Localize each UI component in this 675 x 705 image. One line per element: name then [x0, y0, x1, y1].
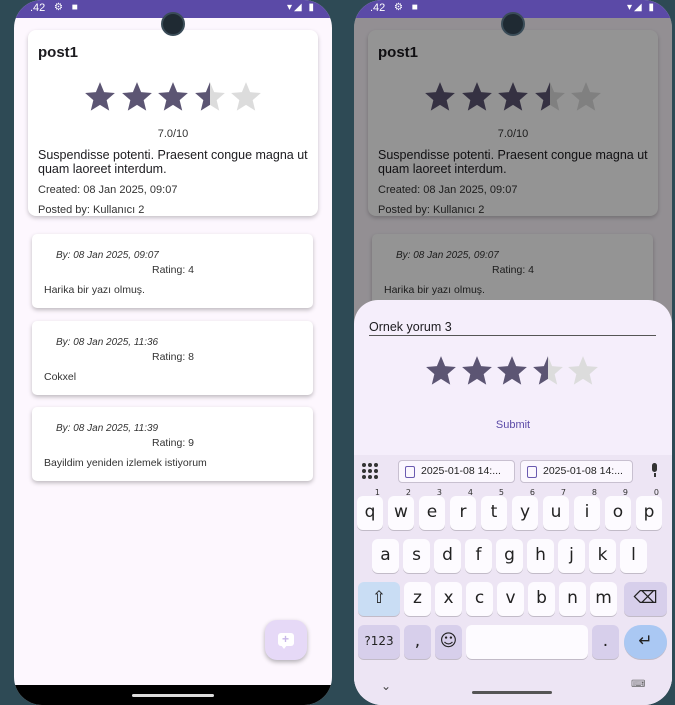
post-rating-stars [83, 80, 263, 114]
home-indicator[interactable] [132, 694, 214, 697]
post-card: post1 7.0/10 Suspendisse potenti. Praese… [28, 30, 318, 216]
clipboard-icon [527, 466, 537, 478]
comment-rating: Rating: 8 [152, 351, 195, 363]
add-comment-icon: + [278, 632, 294, 649]
key-k[interactable]: k [589, 539, 616, 573]
phone-screen-right: .42 ⚙ ■ ▾◢ ▮ post1 7.0/10 Suspendisse po… [354, 0, 672, 705]
collapse-keyboard-icon[interactable]: ⌄ [381, 679, 391, 693]
clipboard-chip[interactable]: 2025-01-08 14:... [520, 460, 633, 483]
period-key[interactable]: . [592, 625, 619, 659]
key-f[interactable]: f [465, 539, 492, 573]
key-y[interactable]: y6 [512, 488, 538, 530]
clipboard-chip-text: 2025-01-08 14:... [543, 465, 623, 477]
key-a[interactable]: a [372, 539, 399, 573]
comment-rating: Rating: 4 [152, 264, 195, 276]
comma-key[interactable]: , [404, 625, 431, 659]
comment-card: By: 08 Jan 2025, 11:36 Rating: 8 Cokxel [32, 321, 313, 395]
key-i[interactable]: i8 [574, 488, 600, 530]
key-u[interactable]: u7 [543, 488, 569, 530]
clipboard-icon [405, 466, 415, 478]
comment-by: By: 08 Jan 2025, 09:07 [56, 250, 159, 261]
keyboard-suggestion-bar: 2025-01-08 14:... 2025-01-08 14:... [354, 455, 672, 489]
key-n[interactable]: n [559, 582, 586, 616]
comment-input[interactable]: Ornek yorum 3 [369, 320, 656, 336]
keyboard-switch-icon[interactable]: ⌨ [631, 679, 645, 690]
post-body: Suspendisse potenti. Praesent congue mag… [38, 148, 308, 176]
key-g[interactable]: g [496, 539, 523, 573]
star-icon[interactable] [460, 354, 494, 388]
star-icon [121, 82, 152, 111]
emoji-key[interactable]: ☺ [435, 625, 462, 659]
key-h[interactable]: h [527, 539, 554, 573]
microphone-icon[interactable] [650, 463, 659, 477]
comment-card: By: 08 Jan 2025, 11:39 Rating: 9 Bayildi… [32, 407, 313, 481]
comment-bottom-sheet: Ornek yorum 3 Submit 2025-01-08 14:... 2… [354, 300, 672, 705]
key-l[interactable]: l [620, 539, 647, 573]
space-key[interactable] [466, 625, 588, 659]
comment-by: By: 08 Jan 2025, 11:39 [56, 423, 159, 434]
key-v[interactable]: v [497, 582, 524, 616]
status-left-icons: ⚙ ■ [394, 2, 421, 13]
star-icon[interactable] [531, 354, 565, 388]
enter-key[interactable]: ↵ [624, 625, 667, 659]
key-m[interactable]: m [590, 582, 617, 616]
comment-text: Bayildim yeniden izlemek istiyorum [44, 457, 207, 469]
key-t[interactable]: t5 [481, 488, 507, 530]
submit-button[interactable]: Submit [354, 419, 672, 431]
comment-rating: Rating: 9 [152, 437, 195, 449]
apps-grid-icon[interactable] [362, 463, 378, 479]
star-icon[interactable] [424, 354, 458, 388]
key-d[interactable]: d [434, 539, 461, 573]
status-right-icons: ▾◢ ▮ [287, 2, 316, 13]
add-comment-button[interactable]: + [265, 620, 307, 660]
comment-text: Harika bir yazı olmuş. [44, 284, 145, 296]
key-p[interactable]: p0 [636, 488, 662, 530]
home-indicator[interactable] [472, 691, 552, 694]
soft-keyboard: 2025-01-08 14:... 2025-01-08 14:... q1 w… [354, 455, 672, 705]
rating-input-stars[interactable] [424, 354, 600, 388]
clipboard-chip-text: 2025-01-08 14:... [421, 465, 501, 477]
key-c[interactable]: c [466, 582, 493, 616]
post-title: post1 [38, 44, 79, 61]
key-j[interactable]: j [558, 539, 585, 573]
key-q[interactable]: q1 [357, 488, 383, 530]
status-left-icons: ⚙ ■ [54, 2, 81, 13]
key-z[interactable]: z [404, 582, 431, 616]
camera-cutout [501, 12, 525, 36]
key-x[interactable]: x [435, 582, 462, 616]
star-icon [158, 82, 188, 111]
symbols-key[interactable]: ?123 [358, 625, 400, 659]
keyboard-nav-bar: ⌄ ⌨ [354, 677, 672, 705]
star-icon [194, 82, 225, 111]
key-r[interactable]: r4 [450, 488, 476, 530]
backspace-key[interactable]: ⌫ [624, 582, 667, 616]
status-time: .42 [30, 2, 46, 14]
star-icon [231, 82, 261, 111]
post-rating-text: 7.0/10 [157, 128, 189, 140]
shift-key[interactable]: ⇧ [358, 582, 400, 616]
star-icon[interactable] [566, 354, 600, 388]
phone-screen-left: .42 ⚙ ■ ▾◢ ▮ post1 7.0/10 Suspendisse po… [14, 0, 332, 705]
star-icon [85, 82, 115, 111]
post-detail-screen: post1 7.0/10 Suspendisse potenti. Praese… [14, 18, 332, 705]
navigation-bar [14, 685, 332, 705]
comment-text: Cokxel [44, 371, 77, 383]
post-created: Created: 08 Jan 2025, 09:07 [38, 184, 178, 196]
key-o[interactable]: o9 [605, 488, 631, 530]
key-b[interactable]: b [528, 582, 555, 616]
key-e[interactable]: e3 [419, 488, 445, 530]
star-icon[interactable] [495, 354, 529, 388]
camera-cutout [161, 12, 185, 36]
status-time: .42 [370, 2, 386, 14]
comment-card: By: 08 Jan 2025, 09:07 Rating: 4 Harika … [32, 234, 313, 308]
clipboard-chip[interactable]: 2025-01-08 14:... [398, 460, 515, 483]
key-w[interactable]: w2 [388, 488, 414, 530]
status-right-icons: ▾◢ ▮ [627, 2, 656, 13]
post-author: Posted by: Kullanıcı 2 [38, 204, 145, 216]
comment-by: By: 08 Jan 2025, 11:36 [56, 337, 159, 348]
key-s[interactable]: s [403, 539, 430, 573]
